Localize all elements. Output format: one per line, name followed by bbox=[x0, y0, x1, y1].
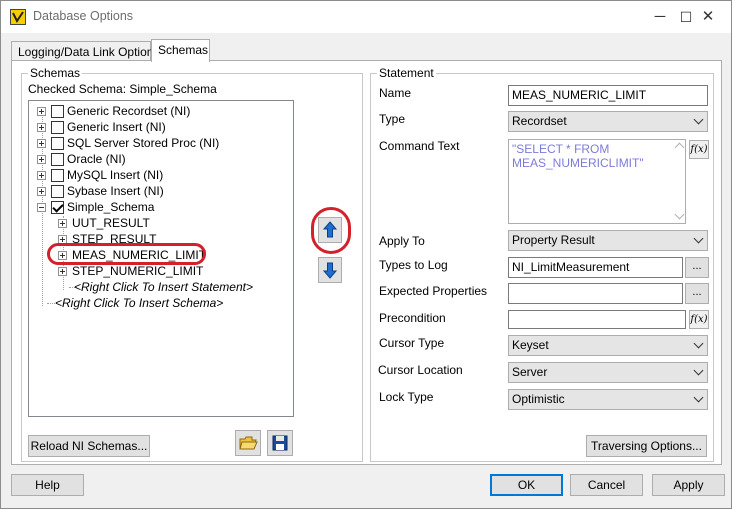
window-title: Database Options bbox=[33, 9, 134, 23]
precondition-label: Precondition bbox=[379, 311, 446, 325]
type-value: Recordset bbox=[512, 114, 567, 128]
statement-label: UUT_RESULT bbox=[72, 216, 150, 230]
tree-item-label: Simple_Schema bbox=[67, 200, 155, 214]
cursor-location-label: Cursor Location bbox=[378, 363, 463, 377]
precondition-expression-button[interactable]: f(x) bbox=[689, 310, 709, 329]
tab-schemas[interactable]: Schemas bbox=[151, 39, 210, 62]
title-bar[interactable]: Database Options ─ ☐ ✕ bbox=[1, 1, 731, 33]
folder-open-icon bbox=[239, 436, 258, 450]
expand-icon[interactable] bbox=[37, 107, 46, 116]
types-to-log-browse-button[interactable]: ... bbox=[685, 257, 709, 278]
cursor-type-value: Keyset bbox=[512, 338, 549, 352]
expand-icon[interactable] bbox=[58, 219, 67, 228]
apply-to-dropdown[interactable]: Property Result bbox=[508, 230, 708, 251]
expand-icon[interactable] bbox=[37, 123, 46, 132]
chevron-down-icon bbox=[693, 338, 704, 349]
schema-checkbox[interactable] bbox=[51, 105, 64, 118]
schema-checkbox[interactable] bbox=[51, 185, 64, 198]
schema-checkbox[interactable] bbox=[51, 153, 64, 166]
move-down-button[interactable] bbox=[318, 257, 342, 283]
open-schema-button[interactable] bbox=[235, 430, 261, 456]
cursor-location-dropdown[interactable]: Server bbox=[508, 362, 708, 383]
insert-statement-hint[interactable]: <Right Click To Insert Statement> bbox=[74, 280, 253, 296]
tree-item-label: Oracle (NI) bbox=[67, 152, 126, 166]
chevron-down-icon bbox=[693, 114, 704, 125]
type-dropdown[interactable]: Recordset bbox=[508, 111, 708, 132]
type-label: Type bbox=[379, 112, 406, 126]
expand-icon[interactable] bbox=[58, 267, 67, 276]
save-schema-button[interactable] bbox=[267, 430, 293, 456]
name-label: Name bbox=[379, 86, 412, 100]
command-text-label: Command Text bbox=[379, 139, 460, 153]
apply-button[interactable]: Apply bbox=[652, 474, 725, 496]
statement-label: STEP_NUMERIC_LIMIT bbox=[72, 264, 204, 278]
types-to-log-field[interactable]: NI_LimitMeasurement bbox=[508, 257, 683, 278]
cursor-type-label: Cursor Type bbox=[379, 336, 445, 350]
command-text-area[interactable]: "SELECT * FROM MEAS_NUMERICLIMIT" bbox=[508, 139, 686, 224]
move-up-highlight-annotation bbox=[311, 207, 351, 254]
chevron-down-icon bbox=[693, 392, 704, 403]
types-to-log-label: Types to Log bbox=[379, 258, 448, 272]
schemas-group-title: Schemas bbox=[28, 66, 83, 80]
expected-properties-browse-button[interactable]: ... bbox=[685, 283, 709, 304]
help-button[interactable]: Help bbox=[11, 474, 84, 496]
expand-icon[interactable] bbox=[37, 155, 46, 164]
database-options-window: Database Options ─ ☐ ✕ Logging/Data Link… bbox=[0, 0, 732, 509]
chevron-down-icon bbox=[693, 365, 704, 376]
cancel-button[interactable]: Cancel bbox=[570, 474, 643, 496]
collapse-icon[interactable] bbox=[37, 203, 46, 212]
name-field[interactable]: MEAS_NUMERIC_LIMIT bbox=[508, 85, 708, 106]
ok-button[interactable]: OK bbox=[490, 474, 563, 496]
tree-item-label: Sybase Insert (NI) bbox=[67, 184, 164, 198]
expand-icon[interactable] bbox=[37, 171, 46, 180]
apply-to-value: Property Result bbox=[512, 233, 595, 247]
insert-schema-hint[interactable]: <Right Click To Insert Schema> bbox=[55, 296, 223, 312]
schema-checkbox[interactable] bbox=[51, 137, 64, 150]
statement-group-title: Statement bbox=[377, 66, 436, 80]
close-button[interactable]: ✕ bbox=[685, 1, 731, 33]
tree-item-label: SQL Server Stored Proc (NI) bbox=[67, 136, 220, 150]
scroll-down-icon[interactable] bbox=[674, 209, 685, 220]
expression-browser-button[interactable]: f(x) bbox=[689, 140, 709, 159]
lock-type-dropdown[interactable]: Optimistic bbox=[508, 389, 708, 410]
highlight-annotation bbox=[47, 243, 206, 265]
schema-checkbox[interactable] bbox=[51, 169, 64, 182]
checked-schema-label: Checked Schema: Simple_Schema bbox=[28, 82, 217, 96]
tree-item-label: Generic Recordset (NI) bbox=[67, 104, 191, 118]
expected-properties-field[interactable] bbox=[508, 283, 683, 304]
maximize-button[interactable]: ☐ bbox=[639, 1, 693, 33]
cursor-type-dropdown[interactable]: Keyset bbox=[508, 335, 708, 356]
arrow-down-icon bbox=[322, 262, 338, 279]
floppy-disk-icon bbox=[272, 435, 288, 451]
expand-icon[interactable] bbox=[37, 187, 46, 196]
teststand-icon bbox=[10, 9, 26, 25]
lock-type-label: Lock Type bbox=[379, 390, 434, 404]
tree-item-label: MySQL Insert (NI) bbox=[67, 168, 164, 182]
precondition-field[interactable] bbox=[508, 310, 686, 329]
expand-icon[interactable] bbox=[37, 139, 46, 148]
command-text-line: MEAS_NUMERICLIMIT" bbox=[512, 156, 644, 170]
cursor-location-value: Server bbox=[512, 365, 548, 379]
chevron-down-icon bbox=[693, 233, 704, 244]
apply-to-label: Apply To bbox=[379, 234, 425, 248]
lock-type-value: Optimistic bbox=[512, 392, 565, 406]
tab-logging-data-link-options[interactable]: Logging/Data Link Options bbox=[11, 41, 159, 61]
schema-checkbox[interactable] bbox=[51, 121, 64, 134]
reload-ni-schemas-button[interactable]: Reload NI Schemas... bbox=[28, 435, 150, 457]
traversing-options-button[interactable]: Traversing Options... bbox=[586, 435, 707, 457]
tree-item-label: Generic Insert (NI) bbox=[67, 120, 166, 134]
schema-checkbox-checked[interactable] bbox=[51, 201, 64, 214]
command-text-line: "SELECT * FROM bbox=[512, 142, 610, 156]
expected-properties-label: Expected Properties bbox=[379, 284, 488, 298]
